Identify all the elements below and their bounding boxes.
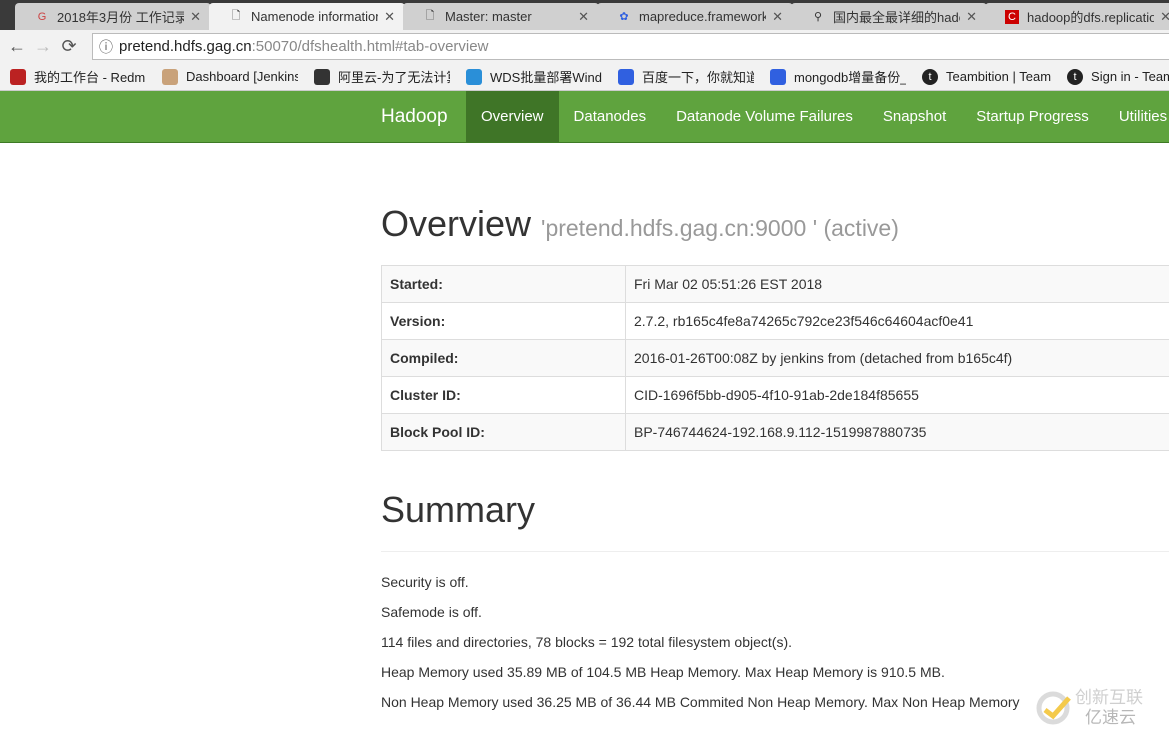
wds-icon [466, 68, 482, 85]
summary-line: Security is off. [381, 574, 469, 590]
divider [381, 551, 1169, 552]
row-value: 2.7.2, rb165c4fe8a74265c792ce23f546c6460… [625, 302, 1169, 340]
redmine-icon [10, 68, 26, 85]
bookmark-label: Teambition | Team [946, 69, 1052, 84]
url-host: pretend.hdfs.gag.cn [119, 38, 252, 55]
back-icon[interactable]: ← [4, 36, 30, 57]
bookmark-label: 阿里云-为了无法计算 [338, 70, 450, 85]
csdn-icon: C [1005, 9, 1019, 24]
bookmark-item[interactable]: mongodb增量备份_ [770, 67, 906, 86]
row-value: 2016-01-26T00:08Z by jenkins from (detac… [625, 339, 1169, 377]
nav-overview[interactable]: Overview [466, 91, 559, 142]
summary-line: 114 files and directories, 78 blocks = 1… [381, 634, 792, 650]
row-value: CID-1696f5bb-d905-4f10-91ab-2de184f85655 [625, 376, 1169, 414]
bookmarks-bar: 我的工作台 - Redmir Dashboard [Jenkins 阿里云-为了无法… [0, 63, 1169, 91]
bookmark-item[interactable]: t Teambition | Team [922, 68, 1052, 85]
bookmark-item[interactable]: 我的工作台 - Redmir [10, 67, 146, 86]
summary-heading: Summary [381, 489, 536, 530]
overview-title: Overview [381, 203, 532, 244]
row-value: BP-746744624-192.168.9.112-1519987880735 [625, 413, 1169, 451]
nav-datanode-volume-failures[interactable]: Datanode Volume Failures [661, 91, 868, 142]
row-label: Compiled: [381, 339, 626, 377]
tab-title: 国内最全最详细的hadoo [833, 10, 961, 25]
bookmark-label: WDS批量部署Windo [490, 70, 602, 85]
overview-subtitle: 'pretend.hdfs.gag.cn:9000 ' (active) [541, 215, 899, 241]
gitee-icon: G [37, 10, 47, 23]
browser-tab[interactable]: Chadoop的dfs.replicatio ✕ [985, 3, 1169, 30]
overview-heading: Overview 'pretend.hdfs.gag.cn:9000 ' (ac… [381, 203, 1169, 245]
nav-snapshot[interactable]: Snapshot [868, 91, 961, 142]
jenkins-icon [162, 68, 178, 85]
search-icon: ⚲ [813, 11, 823, 23]
baidu-icon: ✿ [619, 11, 629, 23]
watermark-logo: 创新互联 亿速云 [1035, 688, 1143, 728]
close-icon[interactable]: ✕ [966, 9, 977, 25]
hadoop-navbar: Hadoop Overview Datanodes Datanode Volume … [0, 91, 1169, 143]
watermark-icon [1036, 691, 1071, 725]
table-row: Started: Fri Mar 02 05:51:26 EST 2018 [381, 265, 1169, 303]
close-icon[interactable]: ✕ [190, 9, 201, 25]
close-icon[interactable]: ✕ [384, 9, 395, 25]
info-icon[interactable]: ⓘ [99, 37, 113, 57]
browser-tab[interactable]: ✿ mapreduce.framework ✕ [597, 3, 793, 30]
teambition-icon: t [922, 68, 938, 85]
bookmark-label: Dashboard [Jenkins [186, 69, 298, 84]
watermark-line2: 亿速云 [1085, 708, 1136, 727]
browser-tab[interactable]: 🗋 Master: master ✕ [403, 3, 599, 30]
watermark-line1: 创新互联 [1075, 688, 1143, 707]
table-row: Compiled: 2016-01-26T00:08Z by jenkins fr… [381, 339, 1169, 377]
summary-line: Heap Memory used 35.89 MB of 104.5 MB He… [381, 664, 945, 680]
url-path: :50070/dfshealth.html#tab-overview [251, 38, 489, 55]
baidu-icon [770, 68, 786, 85]
browser-tab-bar: G 2018年3月份 工作记录 - ✕ 🗋 Namenode information ✕ 🗋… [0, 0, 1169, 30]
nav-startup-progress[interactable]: Startup Progress [961, 91, 1104, 142]
bookmark-item[interactable]: t Sign in - Teamb [1067, 68, 1169, 85]
aliyun-icon [314, 68, 330, 85]
address-bar: ← → ⟳ ⓘ pretend.hdfs.gag.cn:50070/dfshea… [0, 30, 1169, 63]
bookmark-label: Sign in - Teamb [1091, 69, 1169, 84]
forward-icon[interactable]: → [30, 36, 56, 57]
url-input[interactable]: ⓘ pretend.hdfs.gag.cn:50070/dfshealth.ht… [92, 33, 1169, 60]
brand-link[interactable]: Hadoop [381, 91, 448, 142]
bookmark-label: mongodb增量备份_ [794, 70, 906, 85]
close-icon[interactable]: ✕ [772, 9, 783, 25]
bookmark-label: 我的工作台 - Redmir [34, 70, 146, 85]
close-icon[interactable]: ✕ [578, 9, 589, 25]
table-row: Cluster ID: CID-1696f5bb-d905-4f10-91ab-2… [381, 376, 1169, 414]
tab-title: hadoop的dfs.replicatio [1027, 10, 1155, 25]
teambition-icon: t [1067, 68, 1084, 85]
tab-title: Namenode information [251, 9, 379, 24]
nav-datanodes[interactable]: Datanodes [559, 91, 662, 142]
tab-title: Master: master [445, 9, 532, 24]
browser-tab[interactable]: ⚲ 国内最全最详细的hadoo ✕ [791, 3, 987, 30]
baidu-icon [618, 68, 634, 85]
main-content: Overview 'pretend.hdfs.gag.cn:9000 ' (ac… [381, 143, 1169, 717]
reload-icon[interactable]: ⟳ [56, 36, 82, 57]
table-row: Block Pool ID: BP-746744624-192.168.9.112… [381, 413, 1169, 451]
row-label: Version: [381, 302, 626, 340]
tab-title: 2018年3月份 工作记录 - [57, 10, 185, 25]
row-value: Fri Mar 02 05:51:26 EST 2018 [625, 265, 1169, 303]
row-label: Cluster ID: [381, 376, 626, 414]
nav-utilities[interactable]: Utilities [1104, 91, 1169, 142]
bookmark-item[interactable]: 百度一下，你就知道 [618, 67, 754, 86]
row-label: Block Pool ID: [381, 413, 626, 451]
table-row: Version: 2.7.2, rb165c4fe8a74265c792ce23f… [381, 302, 1169, 340]
row-label: Started: [381, 265, 626, 303]
browser-tab[interactable]: G 2018年3月份 工作记录 - ✕ [15, 3, 211, 30]
tab-title: mapreduce.framework [639, 9, 767, 24]
page-icon: 🗋 [425, 10, 435, 22]
bookmark-item[interactable]: WDS批量部署Windo [466, 67, 602, 86]
page-icon: 🗋 [231, 10, 241, 22]
summary-line: Safemode is off. [381, 604, 482, 620]
bookmark-item[interactable]: Dashboard [Jenkins [162, 68, 298, 85]
browser-tab[interactable]: 🗋 Namenode information ✕ [209, 3, 405, 30]
bookmark-item[interactable]: 阿里云-为了无法计算 [314, 67, 450, 86]
bookmark-label: 百度一下，你就知道 [642, 70, 754, 85]
close-icon[interactable]: ✕ [1160, 9, 1169, 25]
overview-table: Started: Fri Mar 02 05:51:26 EST 2018 Vers… [381, 265, 1169, 451]
